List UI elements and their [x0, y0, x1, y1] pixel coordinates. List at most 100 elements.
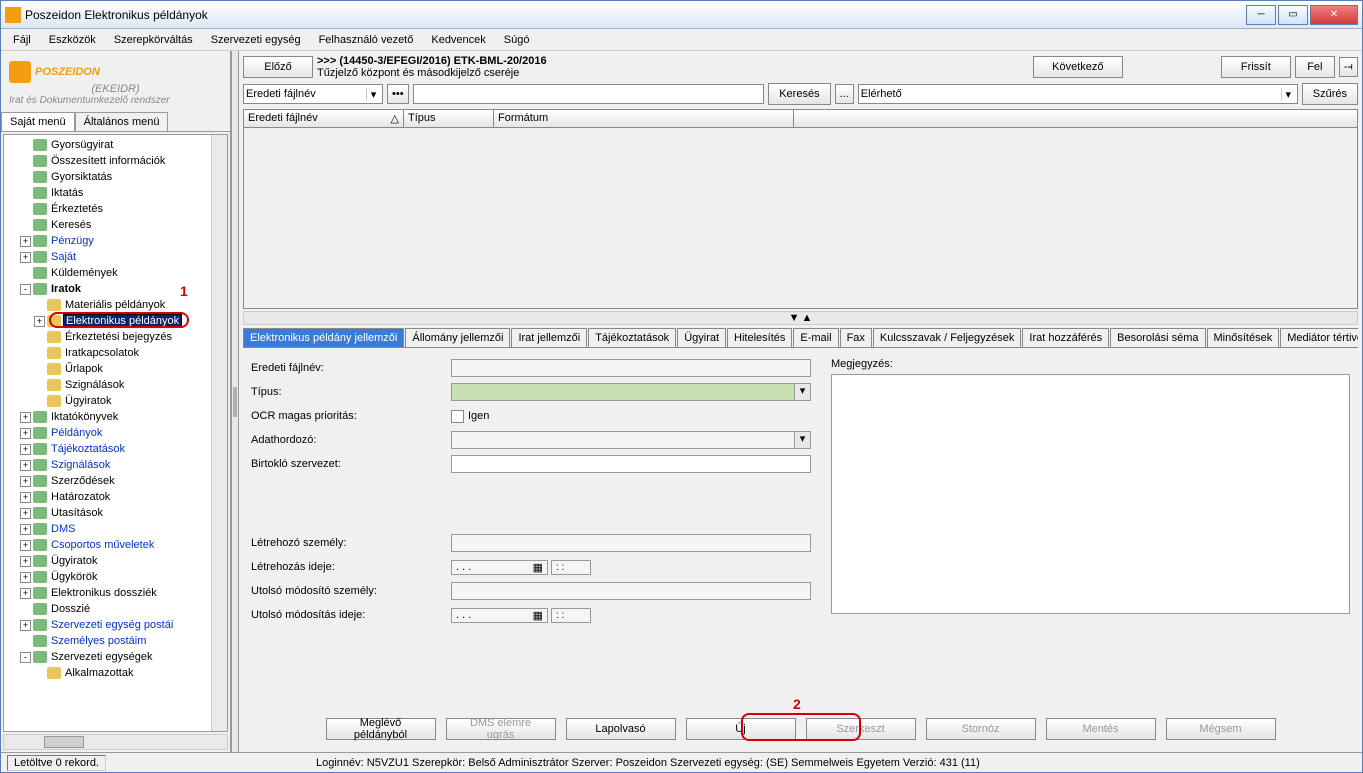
tree-node[interactable]: Érkeztetés [6, 201, 225, 217]
tree-expander[interactable]: + [20, 460, 31, 471]
tree-expander[interactable]: + [20, 444, 31, 455]
tree-node[interactable]: Szignálások [6, 377, 225, 393]
tree-node[interactable]: Személyes postáim [6, 633, 225, 649]
tab-elektronikus-peldany[interactable]: Elektronikus példány jellemzői [243, 328, 404, 347]
tab-irat[interactable]: Irat jellemzői [511, 328, 587, 347]
field-note[interactable] [831, 374, 1350, 614]
col-tipus[interactable]: Típus [404, 110, 494, 127]
scope-combo[interactable]: Elérhető▾ [858, 84, 1298, 104]
tree-node[interactable]: -Iratok [6, 281, 225, 297]
tree-node[interactable]: Alkalmazottak [6, 665, 225, 681]
filter-button[interactable]: Szűrés [1302, 83, 1358, 105]
field-type[interactable]: ▾ [451, 383, 811, 401]
menu-szervezeti-egyseg[interactable]: Szervezeti egység [203, 31, 309, 49]
menu-fajl[interactable]: Fájl [5, 31, 39, 49]
tree-expander[interactable]: + [20, 412, 31, 423]
collapse-bar[interactable]: ▼▲ [243, 311, 1358, 325]
tree-expander[interactable]: + [20, 508, 31, 519]
tab-tajekoztatasok[interactable]: Tájékoztatások [588, 328, 676, 347]
checkbox-ocr[interactable] [451, 410, 464, 423]
tree-expander[interactable]: + [20, 252, 31, 263]
tree-expander[interactable]: + [20, 588, 31, 599]
next-button[interactable]: Következő [1033, 56, 1123, 78]
tree-node[interactable]: +Saját [6, 249, 225, 265]
tree-expander[interactable]: + [20, 540, 31, 551]
tab-hitelesites[interactable]: Hitelesítés [727, 328, 792, 347]
tree-node[interactable]: Gyorsiktatás [6, 169, 225, 185]
tree-expander[interactable]: + [20, 476, 31, 487]
tree-node[interactable]: Materiális példányok [6, 297, 225, 313]
tab-allomany[interactable]: Állomány jellemzői [405, 328, 510, 347]
field-org[interactable] [451, 455, 811, 473]
tree-node[interactable]: +Utasítások [6, 505, 225, 521]
tree-expander[interactable]: + [20, 492, 31, 503]
titlebar[interactable]: Poszeidon Elektronikus példányok ─ ▭ ✕ [1, 1, 1362, 29]
scanner-button[interactable]: Lapolvasó [566, 718, 676, 740]
search-field-combo[interactable]: Eredeti fájlnév▾ [243, 84, 383, 104]
tree-node[interactable]: Iktatás [6, 185, 225, 201]
tab-minositesek[interactable]: Minősítések [1207, 328, 1280, 347]
search-options-button[interactable]: ••• [387, 84, 409, 104]
tree-expander[interactable]: + [20, 428, 31, 439]
tree-node[interactable]: Összesített információk [6, 153, 225, 169]
tree-node[interactable]: +Tájékoztatások [6, 441, 225, 457]
tab-email[interactable]: E-mail [793, 328, 838, 347]
tree-expander[interactable]: + [34, 316, 45, 327]
search-more-button[interactable]: ... [835, 84, 854, 104]
tree-node[interactable]: Érkeztetési bejegyzés [6, 329, 225, 345]
tree-expander[interactable]: + [20, 572, 31, 583]
tree-node[interactable]: Iratkapcsolatok [6, 345, 225, 361]
tab-kulcsszavak[interactable]: Kulcsszavak / Feljegyzések [873, 328, 1022, 347]
pin-button[interactable]: -⫞ [1339, 57, 1358, 77]
search-button[interactable]: Keresés [768, 83, 830, 105]
field-media[interactable]: ▾ [451, 431, 811, 449]
tree-node[interactable]: Dosszié [6, 601, 225, 617]
menu-szerepkorvaltas[interactable]: Szerepkörváltás [106, 31, 201, 49]
col-eredeti-fajlnev[interactable]: Eredeti fájlnév △ [244, 110, 404, 127]
maximize-button[interactable]: ▭ [1278, 5, 1308, 25]
tree-node[interactable]: +Elektronikus példányok [6, 313, 225, 329]
nav-tree[interactable]: GyorsügyiratÖsszesített információkGyors… [3, 134, 228, 732]
tree-scrollbar[interactable] [211, 135, 227, 731]
menu-eszkozok[interactable]: Eszközök [41, 31, 104, 49]
search-input[interactable] [413, 84, 765, 104]
tree-node[interactable]: Küldemények [6, 265, 225, 281]
tree-expander[interactable]: + [20, 620, 31, 631]
tree-node[interactable]: Ügyiratok [6, 393, 225, 409]
tree-node[interactable]: +Példányok [6, 425, 225, 441]
tab-altalanos-menu[interactable]: Általános menü [75, 112, 169, 131]
tree-node[interactable]: +Pénzügy [6, 233, 225, 249]
tree-expander[interactable]: - [20, 284, 31, 295]
tree-node[interactable]: +Elektronikus dossziék [6, 585, 225, 601]
tab-sajat-menu[interactable]: Saját menü [1, 112, 75, 131]
tree-node[interactable]: +Határozatok [6, 489, 225, 505]
tree-node[interactable]: +Szerződések [6, 473, 225, 489]
splitter[interactable] [231, 51, 239, 752]
tree-node[interactable]: +Ügyiratok [6, 553, 225, 569]
tab-hozzaferes[interactable]: Irat hozzáférés [1022, 328, 1109, 347]
tree-node[interactable]: Gyorsügyirat [6, 137, 225, 153]
close-button[interactable]: ✕ [1310, 5, 1358, 25]
tab-ugyirat[interactable]: Ügyirat [677, 328, 726, 347]
new-button[interactable]: Új [686, 718, 796, 740]
tab-mediator[interactable]: Mediátor tértivevény [1280, 328, 1358, 347]
tree-node[interactable]: Űrlapok [6, 361, 225, 377]
tree-node[interactable]: +Csoportos műveletek [6, 537, 225, 553]
tree-node[interactable]: -Szervezeti egységek [6, 649, 225, 665]
results-grid[interactable]: Eredeti fájlnév △ Típus Formátum [243, 109, 1358, 309]
refresh-button[interactable]: Frissít [1221, 56, 1291, 78]
tree-expander[interactable]: + [20, 524, 31, 535]
tab-besorolasi[interactable]: Besorolási séma [1110, 328, 1205, 347]
tree-node[interactable]: +Szignálások [6, 457, 225, 473]
menu-sugo[interactable]: Súgó [496, 31, 538, 49]
tree-node[interactable]: +DMS [6, 521, 225, 537]
tree-node[interactable]: +Szervezeti egység postái [6, 617, 225, 633]
tree-hscroll[interactable] [3, 734, 228, 750]
tree-node[interactable]: +Iktatókönyvek [6, 409, 225, 425]
minimize-button[interactable]: ─ [1246, 5, 1276, 25]
from-existing-button[interactable]: Meglévő példányból [326, 718, 436, 740]
menu-felhasznalo-vezeto[interactable]: Felhasználó vezető [311, 31, 422, 49]
tree-expander[interactable]: + [20, 236, 31, 247]
tree-node[interactable]: +Ügykörök [6, 569, 225, 585]
prev-button[interactable]: Előző [243, 56, 313, 78]
